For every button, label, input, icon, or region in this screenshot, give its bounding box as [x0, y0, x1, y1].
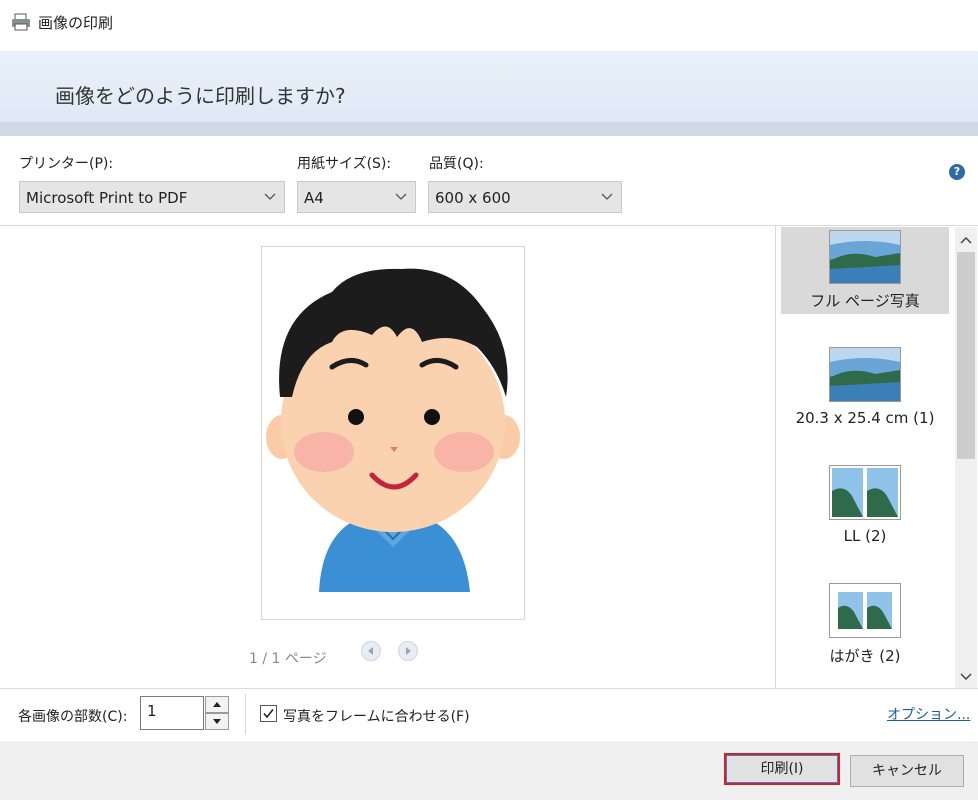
copies-label: 各画像の部数(C):: [18, 709, 128, 725]
two-up-thumbnail: [829, 583, 901, 638]
quality-value: 600 x 600: [435, 189, 511, 207]
triangle-up-icon: [213, 702, 221, 707]
arrow-left-icon: [368, 647, 373, 655]
layout-label: LL (2): [843, 527, 887, 545]
layout-item-ll[interactable]: LL (2): [781, 463, 949, 553]
checkmark-icon: [263, 709, 274, 719]
panel-divider: [775, 226, 776, 688]
printer-label: プリンター(P):: [19, 156, 114, 172]
window-title: 画像の印刷: [38, 14, 114, 32]
previous-page-button[interactable]: [361, 641, 381, 661]
printer-select[interactable]: Microsoft Print to PDF: [19, 181, 285, 213]
copies-decrement-button[interactable]: [205, 713, 229, 730]
divider: [0, 688, 978, 689]
options-link[interactable]: オプション...: [887, 704, 970, 724]
divider: [245, 694, 246, 734]
quality-select[interactable]: 600 x 600: [428, 181, 622, 213]
scroll-up-button[interactable]: [957, 233, 975, 247]
arrow-right-icon: [406, 647, 411, 655]
layout-label: はがき (2): [829, 647, 901, 665]
layout-label: フル ページ写真: [810, 292, 920, 310]
next-page-button[interactable]: [398, 641, 418, 661]
help-icon[interactable]: ?: [949, 164, 965, 180]
page-counter: 1 / 1 ページ: [249, 651, 327, 667]
fit-to-frame-checkbox[interactable]: [260, 705, 277, 722]
cancel-button[interactable]: キャンセル: [850, 755, 964, 787]
page-title: 画像をどのように印刷しますか?: [55, 84, 346, 108]
scroll-down-button[interactable]: [957, 668, 975, 682]
copies-increment-button[interactable]: [205, 696, 229, 713]
print-button[interactable]: 印刷(I): [724, 753, 840, 785]
quality-label: 品質(Q):: [429, 156, 484, 172]
header-divider: [0, 122, 978, 136]
title-bar: [0, 0, 978, 46]
fit-to-frame-label[interactable]: 写真をフレームに合わせる(F): [283, 706, 470, 726]
layout-label: 20.3 x 25.4 cm (1): [795, 409, 935, 427]
scroll-thumb[interactable]: [957, 252, 975, 459]
layout-item-20x25[interactable]: 20.3 x 25.4 cm (1): [781, 345, 949, 435]
printer-select-value: Microsoft Print to PDF: [26, 189, 188, 207]
print-preview-page: [261, 246, 525, 620]
chevron-down-icon: [264, 193, 276, 200]
two-up-thumbnail: [829, 465, 901, 520]
paper-size-value: A4: [304, 189, 324, 207]
copies-input[interactable]: 1: [140, 696, 204, 730]
divider: [0, 225, 978, 226]
chevron-down-icon: [960, 673, 972, 681]
preview-image: [266, 268, 520, 592]
triangle-down-icon: [213, 719, 221, 724]
paper-size-label: 用紙サイズ(S):: [297, 156, 392, 172]
printer-icon: [11, 13, 31, 31]
paper-size-select[interactable]: A4: [297, 181, 416, 213]
chevron-down-icon: [395, 193, 407, 200]
landscape-thumbnail: [829, 230, 901, 284]
chevron-down-icon: [601, 193, 613, 200]
chevron-up-icon: [960, 236, 972, 244]
landscape-thumbnail: [829, 347, 901, 402]
layout-item-postcard[interactable]: はがき (2): [781, 581, 949, 671]
layout-item-full-page[interactable]: フル ページ写真: [781, 227, 949, 314]
